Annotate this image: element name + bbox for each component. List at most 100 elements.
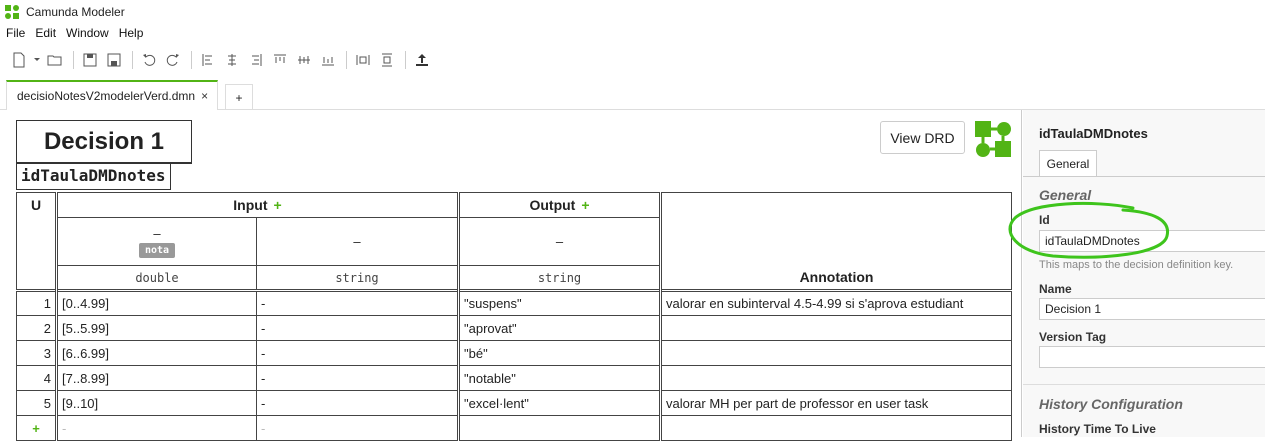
camunda-logo-icon [5,4,19,19]
toolbar-divider [132,51,133,69]
input-cell[interactable]: - [256,315,459,341]
add-output-icon[interactable]: + [581,197,589,213]
menu-file[interactable]: File [6,26,25,40]
toolbar-divider [346,51,347,69]
output-cell[interactable]: "bé" [457,340,661,366]
distribute-horizontal-icon[interactable] [352,49,374,71]
input-cell[interactable]: [0..4.99] [55,290,257,316]
align-left-icon[interactable] [197,49,219,71]
output-cell[interactable]: "aprovat" [457,315,661,341]
toolbar-divider [405,51,406,69]
tab-bar: decisioNotesV2modelerVerd.dmn × + [0,80,1265,110]
input-cell[interactable]: [6..6.99] [55,340,257,366]
table-row: 3 [6..6.99] - "bé" [16,340,1012,366]
output-cell[interactable]: "suspens" [457,290,661,316]
section-general-title: General [1039,187,1092,203]
output-header-label: Output [529,197,576,213]
title-bar: Camunda Modeler [0,0,1265,23]
align-center-icon[interactable] [221,49,243,71]
menu-window[interactable]: Window [66,26,109,40]
input-header: Input + [55,192,459,218]
row-index: 4 [16,365,57,391]
output-col-type[interactable]: string [457,265,661,291]
input-col-1-type[interactable]: double [55,265,257,291]
input-col-2-type[interactable]: string [256,265,459,291]
properties-title: idTaulaDMDnotes [1039,126,1148,141]
distribute-vertical-icon[interactable] [376,49,398,71]
input-cell[interactable]: - [256,365,459,391]
input-col-1-label: – [153,225,161,241]
decision-id[interactable]: idTaulaDMDnotes [16,162,171,190]
toolbar [0,46,1265,74]
chevron-down-icon[interactable] [32,49,42,71]
save-icon[interactable] [79,49,101,71]
input-col-2-expression[interactable]: – [256,217,459,266]
add-tab-button[interactable]: + [225,84,253,110]
row-index: 5 [16,390,57,416]
table-row: 4 [7..8.99] - "notable" [16,365,1012,391]
new-file-icon[interactable] [8,49,30,71]
id-label: Id [1039,213,1050,227]
align-middle-icon[interactable] [293,49,315,71]
menu-bar: File Edit Window Help [0,23,153,43]
output-col-expression[interactable]: – [457,217,661,266]
input-col-1-expression[interactable]: – nota [55,217,257,266]
name-field[interactable]: Decision 1 [1039,298,1265,320]
dmn-logo-icon [975,121,1011,157]
input-header-label: Input [233,197,268,213]
annotation-cell[interactable] [659,365,1012,391]
tab-general[interactable]: General [1039,150,1097,176]
open-folder-icon[interactable] [44,49,66,71]
history-ttl-label: History Time To Live [1039,422,1156,436]
add-input-icon[interactable]: + [274,197,282,213]
version-tag-label: Version Tag [1039,330,1107,344]
row-index: 2 [16,315,57,341]
tab-decisionotes[interactable]: decisioNotesV2modelerVerd.dmn × [6,80,218,110]
decision-name[interactable]: Decision 1 [17,121,191,163]
input-cell[interactable]: - [256,390,459,416]
section-divider [1023,384,1265,385]
input-cell[interactable]: [5..5.99] [55,315,257,341]
input-cell[interactable]: [7..8.99] [55,365,257,391]
tab-label: decisioNotesV2modelerVerd.dmn [17,89,196,103]
table-row: 2 [5..5.99] - "aprovat" [16,315,1012,341]
properties-panel: idTaulaDMDnotes General General Id idTau… [1023,110,1265,437]
name-label: Name [1039,282,1072,296]
input-cell[interactable]: - [256,290,459,316]
redo-icon[interactable] [162,49,184,71]
annotation-cell[interactable] [659,340,1012,366]
input-cell[interactable]: [9..10] [55,390,257,416]
align-right-icon[interactable] [245,49,267,71]
section-history-title: History Configuration [1039,396,1183,412]
menu-help[interactable]: Help [119,26,144,40]
undo-icon[interactable] [138,49,160,71]
hit-policy[interactable]: U [16,192,57,291]
output-cell[interactable]: "excel·lent" [457,390,661,416]
decision-name-box: Decision 1 [16,120,192,164]
view-drd-button[interactable]: View DRD [880,121,965,154]
row-index: 1 [16,290,57,316]
close-icon[interactable]: × [201,89,208,103]
align-top-icon[interactable] [269,49,291,71]
annotation-cell[interactable] [659,315,1012,341]
window-title: Camunda Modeler [26,4,125,19]
toolbar-divider [191,51,192,69]
annotation-cell[interactable]: valorar en subinterval 4.5-4.99 si s'apr… [659,290,1012,316]
output-cell[interactable]: "notable" [457,365,661,391]
version-tag-field[interactable] [1039,346,1265,368]
input-cell[interactable]: - [256,340,459,366]
table-row: 1 [0..4.99] - "suspens" valorar en subin… [16,290,1012,316]
export-icon[interactable] [411,49,433,71]
align-bottom-icon[interactable] [317,49,339,71]
menu-edit[interactable]: Edit [35,26,56,40]
table-row: 5 [9..10] - "excel·lent" valorar MH per … [16,390,1012,416]
id-hint: This maps to the decision definition key… [1039,259,1234,271]
output-header: Output + [457,192,661,218]
id-field[interactable]: idTaulaDMDnotes [1039,230,1265,252]
save-as-icon[interactable] [103,49,125,71]
input-variable-badge: nota [138,242,176,258]
annotation-cell[interactable]: valorar MH per part de professor en user… [659,390,1012,416]
tab-divider [1023,176,1265,177]
row-index: 3 [16,340,57,366]
toolbar-divider [73,51,74,69]
